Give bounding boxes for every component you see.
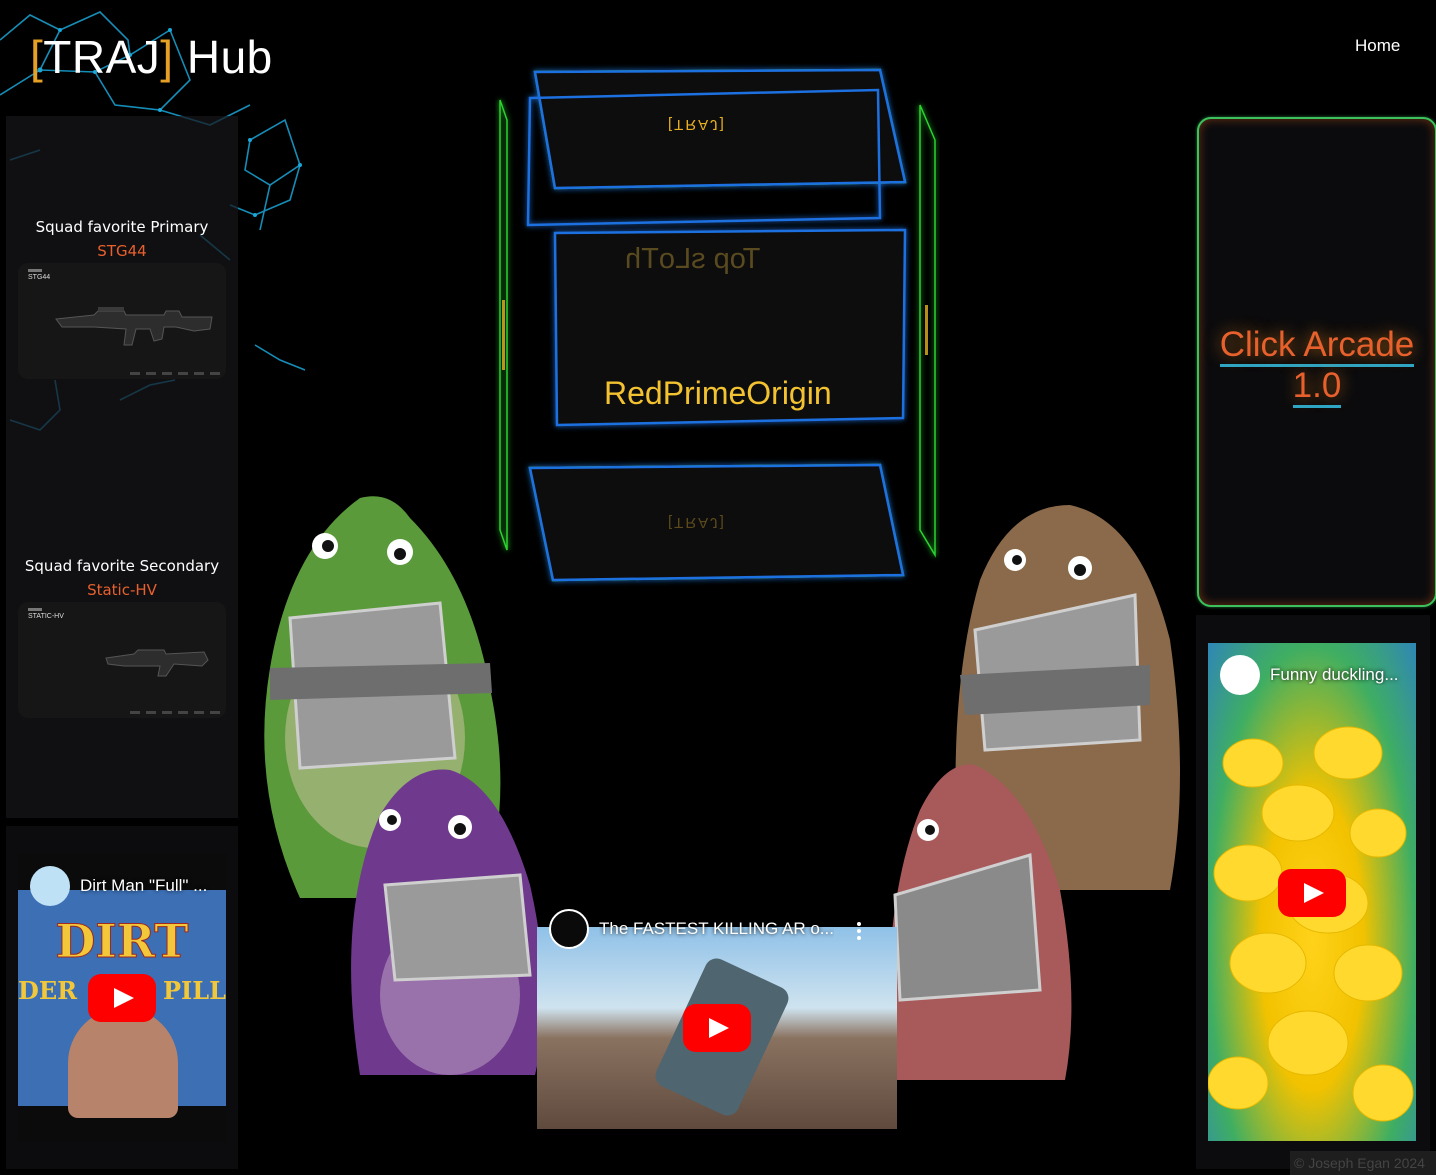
purple-sloth-mascot <box>351 769 544 1075</box>
logo-suffix: Hub <box>173 31 273 83</box>
video-embed-fastest-ar[interactable]: The FASTEST KILLING AR o... <box>537 897 897 1129</box>
arcade-link-line1[interactable]: Click Arcade <box>1219 325 1415 367</box>
nav-home-link[interactable]: Home <box>1355 36 1400 56</box>
rifle-icon <box>55 307 213 346</box>
video-embed-funny-duckling[interactable]: Funny duckling... <box>1208 643 1416 1141</box>
secondary-weapon-tag: STATIC-HV <box>28 608 64 620</box>
arcade-panel: Click Arcade 1.0 <box>1197 117 1436 607</box>
video-title[interactable]: Dirt Man "Full" ... <box>80 876 216 896</box>
thumb-text-left: DER <box>18 976 78 1005</box>
logo-brand: TRAJ <box>43 31 161 83</box>
primary-label: Squad favorite Primary <box>35 218 209 236</box>
logo-bracket-open: [ <box>30 31 44 83</box>
site-logo[interactable]: [TRAJ] Hub <box>30 30 273 84</box>
channel-avatar[interactable] <box>549 909 589 949</box>
thumb-face <box>68 1008 178 1118</box>
cube-back-title: Top sLoTh <box>625 243 761 275</box>
click-arcade-link[interactable]: Click Arcade 1.0 <box>1199 324 1435 408</box>
channel-avatar[interactable] <box>30 866 70 906</box>
pistol-icon <box>105 649 209 677</box>
top-player-cube <box>499 68 936 582</box>
secondary-card-footer <box>130 711 220 714</box>
video-title[interactable]: Funny duckling... <box>1270 665 1406 685</box>
thumb-text-right: PILL <box>162 976 226 1005</box>
primary-weapon-tag: STG44 <box>28 269 51 281</box>
youtube-play-icon[interactable] <box>683 1004 751 1052</box>
cube-bottom-brand: [TRAJ] <box>668 514 726 531</box>
primary-weapon-card[interactable]: STG44 <box>18 263 226 379</box>
loadout-panel: Squad favorite Primary STG44 STG44 Squad… <box>6 116 238 818</box>
primary-weapon-name: STG44 <box>97 242 147 260</box>
secondary-weapon-name: Static-HV <box>87 581 157 599</box>
cube-player-name: RedPrimeOrigin <box>604 375 832 411</box>
channel-avatar[interactable] <box>1220 655 1260 695</box>
cube-top-brand: [TRAJ] <box>668 116 726 133</box>
more-vert-icon[interactable] <box>855 921 863 941</box>
video-title[interactable]: The FASTEST KILLING AR o... <box>599 919 834 939</box>
youtube-play-icon[interactable] <box>1278 869 1346 917</box>
secondary-label: Squad favorite Secondary <box>24 557 220 575</box>
youtube-play-icon[interactable] <box>88 974 156 1022</box>
primary-card-footer <box>130 372 220 375</box>
secondary-weapon-card[interactable]: STATIC-HV <box>18 602 226 718</box>
video-embed-dirt-man[interactable]: DIRT DER PILL Dirt Man "Full" ... <box>18 854 226 1142</box>
logo-bracket-close: ] <box>160 31 174 83</box>
arcade-link-line2[interactable]: 1.0 <box>1292 366 1342 408</box>
thumb-text-dirt: DIRT <box>55 914 189 969</box>
pink-sloth-mascot <box>888 764 1072 1080</box>
footer-copyright: © Joseph Egan 2024 <box>1290 1151 1436 1175</box>
